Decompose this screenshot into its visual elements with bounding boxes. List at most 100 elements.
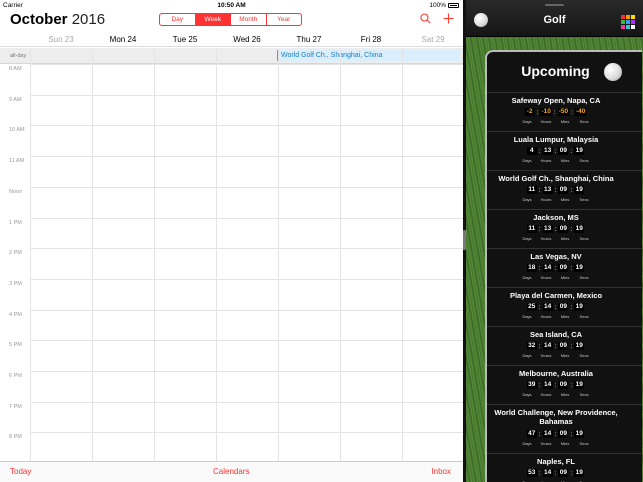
day-header-4: Thu 27 [296,35,322,44]
unit-label: Days [522,314,532,319]
unit-label: Days [522,158,532,163]
golf-app: Golf Upcoming Safeway Open, Napa, CA -2: -… [466,0,643,482]
upcoming-event[interactable]: Sea Island, CA 32:14:09:19 Days Hours Mins Se… [487,326,642,365]
countdown-mins: 09 [558,264,569,272]
upcoming-event[interactable]: Luala Lumpur, Malaysia 4:13:09:19 Days Hour… [487,131,642,170]
countdown-separator: : [554,186,557,194]
calendars-button[interactable]: Calendars [213,467,249,476]
countdown-units: Days Hours Mins Secs [487,236,624,241]
countdown-days: 53 [526,469,537,477]
day-column-divider [216,48,217,461]
event-countdown: 18:14:09:19 [487,264,624,272]
hour-label: 3 PM [9,281,22,287]
view-segmented-control[interactable]: Day Week Month Year [159,13,302,26]
countdown-separator: : [538,342,541,350]
day-header-5: Fri 28 [360,35,382,44]
hour-label: 10 AM [9,127,25,133]
event-name: Luala Lumpur, Malaysia [513,135,599,144]
unit-label: Secs [579,441,589,446]
countdown-mins: 09 [558,381,569,389]
countdown-separator: : [536,108,539,116]
week-day-header: Sun 23 Mon 24 Tue 25 Wed 26 Thu 27 Fri 28 Sat … [0,33,463,47]
view-tab-week[interactable]: Week [195,14,231,25]
day-column-divider [340,48,341,461]
upcoming-event[interactable]: Las Vegas, NV 18:14:09:19 Days Hours Mins Sec… [487,248,642,287]
event-name: Safeway Open, Napa, CA [511,96,601,105]
slide-over-grabber[interactable] [545,4,564,6]
unit-label: Secs [579,392,589,397]
unit-label: Hours [540,353,552,358]
upcoming-event[interactable]: Playa del Carmen, Mexico 25:14:09:19 Days H… [487,287,642,326]
calendar-month: October [10,11,68,28]
countdown-units: Days Hours Mins Secs [487,158,624,163]
all-day-event[interactable]: World Golf Ch., Shanghai, China [277,50,460,61]
upcoming-event[interactable]: Safeway Open, Napa, CA -2: -10: -50: -40 Days… [487,92,642,131]
unit-label: Secs [579,353,589,358]
week-time-grid[interactable]: 8 AM 9 AM 10 AM 11 AM Noon 1 PM 2 PM 3 PM 4 PM 5 … [0,48,465,461]
unit-label: Secs [579,314,589,319]
countdown-separator: : [554,430,557,438]
all-day-label: all-day [10,53,27,59]
hour-line [30,402,463,403]
countdown-separator: : [570,264,573,272]
battery-percent: 100% [429,2,446,9]
golf-title: Golf [543,14,566,26]
upcoming-event[interactable]: World Challenge, New Providence, Bahamas… [487,404,642,453]
view-tab-day[interactable]: Day [160,14,196,25]
view-tab-month[interactable]: Month [231,14,267,25]
search-icon[interactable] [420,13,431,26]
countdown-separator: : [570,469,573,477]
hour-label: 8 PM [9,434,22,440]
hour-line [30,64,463,65]
unit-label: Days [522,353,532,358]
upcoming-event[interactable]: Naples, FL53:14:09:19DaysHoursMinsSecs [487,453,642,482]
upcoming-event[interactable]: Jackson, MS 11:13:09:19 Days Hours Mins Secs [487,209,642,248]
unit-label: Mins [560,392,570,397]
grid-icon-cell [631,25,635,29]
hour-label: 8 AM [9,66,22,72]
grid-icon-cell [626,25,630,29]
upcoming-panel: Upcoming Safeway Open, Napa, CA -2: -10: -5… [485,50,642,482]
unit-label: Mins [560,119,570,124]
unit-label: Secs [579,275,589,280]
countdown-separator: : [538,186,541,194]
countdown-secs: -40 [574,108,587,116]
countdown-secs: 19 [574,342,585,350]
countdown-hours: 14 [542,264,553,272]
calendar-year: 2016 [71,11,106,28]
countdown-separator: : [570,342,573,350]
calendar-title: October 2016 [10,11,105,28]
day-header-2: Tue 25 [172,35,198,44]
status-time: 10:50 AM [217,2,246,9]
countdown-separator: : [553,108,556,116]
hour-line [30,156,463,157]
unit-label: Mins [560,158,570,163]
unit-label: Mins [560,236,570,241]
countdown-hours: 14 [542,430,553,438]
unit-label: Days [522,392,532,397]
upcoming-event[interactable]: World Golf Ch., Shanghai, China 11:13:09:… [487,170,642,209]
day-header-0: Sun 23 [48,35,74,44]
countdown-separator: : [554,381,557,389]
unit-label: Secs [579,158,589,163]
upcoming-event[interactable]: Melbourne, Australia 39:14:09:19 Days Hours… [487,365,642,404]
add-icon[interactable] [443,13,454,26]
countdown-mins: 09 [558,342,569,350]
countdown-days: 18 [526,264,537,272]
apps-grid-icon[interactable] [621,15,635,29]
today-button[interactable]: Today [10,467,31,476]
countdown-days: 11 [526,225,537,233]
event-countdown: 4:13:09:19 [487,147,624,155]
countdown-mins: 09 [558,225,569,233]
grid-icon-cell [621,25,625,29]
view-tab-year[interactable]: Year [267,14,302,25]
hour-line [30,340,463,341]
countdown-separator: : [554,147,557,155]
unit-label: Days [522,119,532,124]
event-countdown: 11:13:09:19 [487,225,624,233]
hour-line [30,95,463,96]
grid-icon-cell [626,20,630,24]
inbox-button[interactable]: Inbox [431,467,451,476]
countdown-separator: : [538,381,541,389]
day-header-6: Sat 29 [421,35,445,44]
